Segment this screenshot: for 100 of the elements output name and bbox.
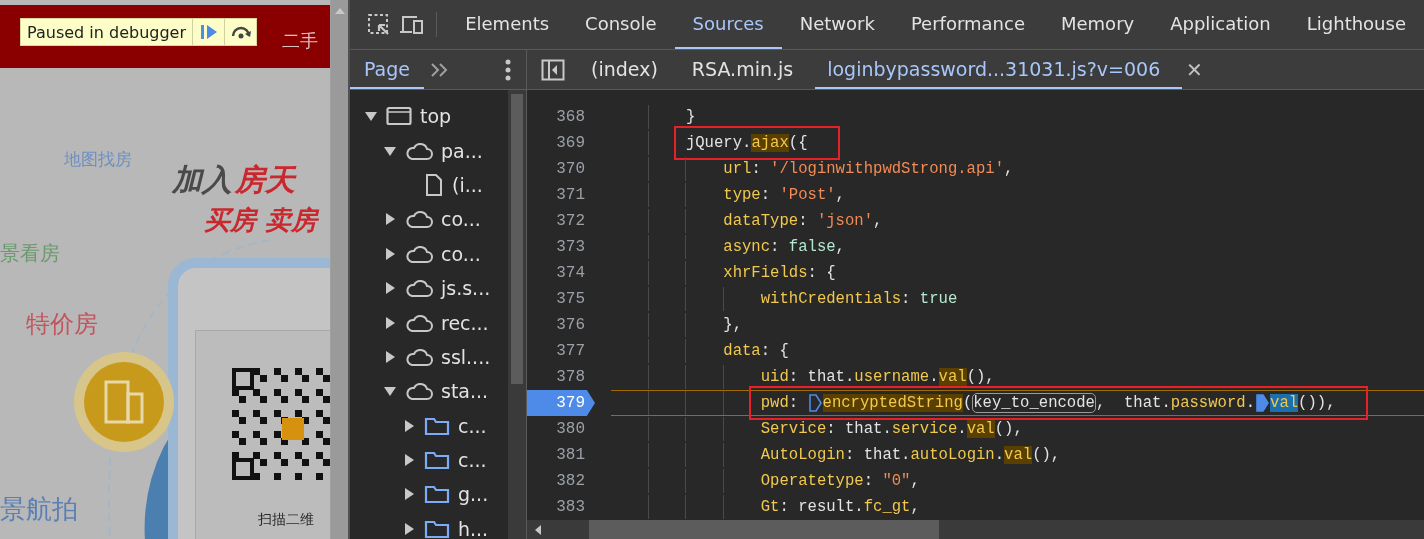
line-number[interactable]: 368 xyxy=(527,104,595,130)
breakpoint-marker-icon[interactable] xyxy=(1256,393,1270,413)
feature-label: 地图找房 xyxy=(64,148,132,171)
code-text: async: false, xyxy=(723,238,845,256)
qr-code-icon xyxy=(232,368,330,480)
nav-link[interactable]: 二手 xyxy=(282,29,318,53)
panel-tab[interactable]: Lighthouse xyxy=(1288,0,1424,49)
line-number[interactable]: 374 xyxy=(527,260,595,286)
code-text: Operatetype: "0", xyxy=(760,472,920,490)
expand-arrow-icon[interactable] xyxy=(402,418,416,433)
tree-item-label[interactable]: co... xyxy=(441,208,481,231)
promo-heading: 加入 xyxy=(172,161,233,199)
folder-icon xyxy=(424,518,450,539)
panel-tab[interactable]: Application xyxy=(1152,0,1289,49)
feature-label: 景航拍 xyxy=(0,493,78,526)
line-number[interactable]: 383 xyxy=(527,494,595,520)
code-text: val()), xyxy=(1270,394,1336,412)
expand-arrow-icon[interactable] xyxy=(383,349,397,364)
line-number[interactable]: 381 xyxy=(527,442,595,468)
tree-item-label[interactable]: h... xyxy=(458,517,489,539)
tree-item-label[interactable]: top xyxy=(420,105,452,128)
qr-caption: 扫描二维 xyxy=(258,511,314,529)
cloud-icon xyxy=(405,209,433,230)
tree-item-label[interactable]: js.s... xyxy=(441,277,491,300)
expand-arrow-icon[interactable] xyxy=(383,315,397,330)
line-number[interactable]: 376 xyxy=(527,312,595,338)
cloud-icon xyxy=(405,243,433,264)
code-text: dataType: 'json', xyxy=(723,212,883,230)
resume-icon xyxy=(199,24,218,40)
line-number[interactable]: 370 xyxy=(527,156,595,182)
file-tab[interactable]: (index) xyxy=(579,50,680,89)
line-number[interactable]: 380 xyxy=(527,416,595,442)
panel-tab[interactable]: Elements xyxy=(447,0,568,49)
folder-icon xyxy=(424,415,450,436)
step-over-icon xyxy=(229,24,252,40)
promo-heading: 房天 xyxy=(235,161,298,199)
code-text: url: '/loginwithpwdStrong.api', xyxy=(723,160,1014,178)
line-number[interactable]: 369 xyxy=(527,130,595,156)
panel-tab[interactable]: Performance xyxy=(892,0,1043,49)
line-number[interactable]: 382 xyxy=(527,468,595,494)
breakpoint-outline-icon[interactable] xyxy=(808,393,822,413)
scroll-left-icon[interactable] xyxy=(535,524,541,535)
code-text: data: { xyxy=(723,342,789,360)
expand-arrow-icon[interactable] xyxy=(383,212,397,227)
horizontal-scrollbar[interactable] xyxy=(527,520,1424,539)
cloud-icon xyxy=(405,346,433,367)
code-text: AutoLogin: that.autoLogin.val(), xyxy=(760,446,1061,464)
code-text: encryptedString(key_to_encode, that.password. xyxy=(822,394,1256,412)
window-icon xyxy=(386,106,412,127)
scrollbar-thumb[interactable] xyxy=(589,520,939,539)
code-text: xhrFields: { xyxy=(723,264,836,282)
folder-icon xyxy=(424,484,450,505)
line-number[interactable]: 377 xyxy=(527,338,595,364)
line-number[interactable]: 375 xyxy=(527,286,595,312)
code-text: jQuery.ajax({ xyxy=(685,134,808,152)
tree-item-label[interactable]: g... xyxy=(458,483,489,506)
code-text: pwd: xyxy=(760,394,800,412)
tree-item-label[interactable]: co... xyxy=(441,242,481,265)
expand-arrow-icon[interactable] xyxy=(402,453,416,468)
expand-arrow-icon[interactable] xyxy=(383,281,397,296)
expand-arrow-icon[interactable] xyxy=(383,246,397,261)
tree-item-label[interactable]: c... xyxy=(458,449,487,472)
banner-text: Paused in debugger xyxy=(26,22,187,42)
feature-label: 特价房 xyxy=(26,309,98,340)
code-text: Gt: result.fc_gt, xyxy=(760,498,920,516)
cloud-icon xyxy=(405,278,433,299)
code-text: type: 'Post', xyxy=(723,186,845,204)
file-tab[interactable]: loginbypassword...31031.js?v=006 xyxy=(815,50,1183,89)
expand-arrow-icon[interactable] xyxy=(402,521,416,536)
code-text: uid: that.username.val(), xyxy=(760,368,995,386)
line-number[interactable]: 378 xyxy=(527,364,595,390)
tree-item-label[interactable]: c... xyxy=(458,414,487,437)
code-text: withCredentials: true xyxy=(760,290,958,308)
line-number[interactable]: 373 xyxy=(527,234,595,260)
line-number[interactable]: 372 xyxy=(527,208,595,234)
tree-item-label[interactable]: pa... xyxy=(441,139,483,162)
promo-subheading: 买房 卖房 xyxy=(204,204,318,237)
tree-item-label[interactable]: rec... xyxy=(441,311,489,334)
folder-icon xyxy=(424,450,450,471)
expand-arrow-icon[interactable] xyxy=(402,487,416,502)
tree-item-label[interactable]: sta... xyxy=(441,380,489,403)
scrollbar-thumb[interactable] xyxy=(511,94,523,384)
tree-item-label[interactable]: ssl.... xyxy=(441,345,491,368)
feature-label: 景看房 xyxy=(0,240,60,267)
file-tab[interactable]: RSA.min.js xyxy=(679,50,816,89)
page-scrollbar[interactable] xyxy=(330,0,348,539)
cloud-icon xyxy=(405,140,433,161)
code-text: }, xyxy=(723,316,742,334)
panel-tab[interactable]: Network xyxy=(781,0,893,49)
code-text: Service: that.service.val(), xyxy=(760,420,1023,438)
navigator-tab[interactable]: Page xyxy=(350,50,424,89)
tree-scrollbar[interactable] xyxy=(508,90,526,539)
panel-tab[interactable]: Memory xyxy=(1043,0,1153,49)
cloud-icon xyxy=(405,312,433,333)
tree-item-label[interactable]: (i... xyxy=(452,173,483,196)
close-tab-button[interactable]: ✕ xyxy=(1182,50,1208,89)
file-icon xyxy=(424,172,444,197)
panel-tab[interactable]: Console xyxy=(567,0,675,49)
code-text: } xyxy=(685,108,696,126)
line-number[interactable]: 371 xyxy=(527,182,595,208)
